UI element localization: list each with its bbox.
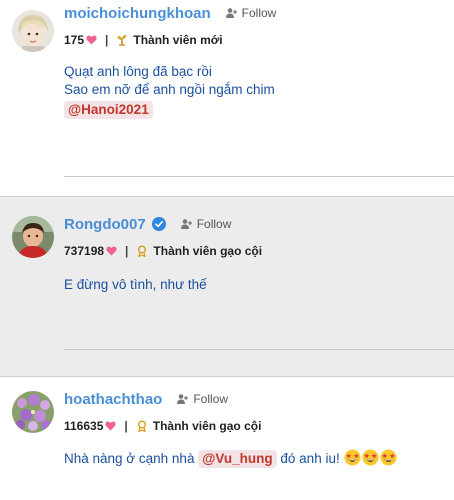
username[interactable]: Rongdo007 <box>64 216 146 233</box>
post-body: moichoichungkhoan Follow 175 | Thành viê… <box>64 3 448 119</box>
member-rank: Thành viên gạo cội <box>153 244 263 258</box>
member-rank: Thành viên gạo cội <box>152 419 262 433</box>
avatar-rongdo007[interactable] <box>12 216 54 258</box>
post-body: Rongdo007 Follow 737198 | Thành viên gạo… <box>64 214 448 294</box>
follow-label: Follow <box>193 392 229 406</box>
user-meta: 737198 | Thành viên gạo cội <box>64 244 448 258</box>
post-header: hoathachthao Follow <box>64 389 448 409</box>
separator: | <box>124 419 128 433</box>
username[interactable]: moichoichungkhoan <box>64 5 211 22</box>
add-user-icon <box>177 394 189 404</box>
star-struck-icon <box>362 449 380 466</box>
separator: | <box>125 244 129 258</box>
post-header: moichoichungkhoan Follow <box>64 3 448 23</box>
like-count: 737198 <box>64 244 105 258</box>
user-meta: 116635 | Thành viên gạo cội <box>64 419 448 433</box>
post-content: Nhà nàng ở cạnh nhà @Vu_hung đó anh iu! <box>64 449 448 468</box>
avatar-moichoichungkhoan[interactable] <box>12 10 54 52</box>
post-content: E đừng vô tình, như thế <box>64 277 207 292</box>
heart-icon <box>86 35 97 45</box>
like-count: 116635 <box>64 419 104 433</box>
member-rank: Thành viên mới <box>133 33 223 47</box>
separator: | <box>105 33 109 47</box>
post-moichoichungkhoan: moichoichungkhoan Follow 175 | Thành viê… <box>0 0 454 196</box>
post-divider <box>64 349 454 350</box>
heart-icon <box>106 246 117 256</box>
post-divider <box>64 176 454 177</box>
content-line: Quạt anh lông đã bạc rồi <box>64 64 212 79</box>
add-user-icon <box>180 219 192 229</box>
medal-icon <box>138 245 147 257</box>
sprout-icon <box>117 35 127 46</box>
user-meta: 175 | Thành viên mới <box>64 33 448 47</box>
post-header: Rongdo007 Follow <box>64 214 448 234</box>
heart-icon <box>105 421 117 431</box>
mention-link[interactable]: @Hanoi2021 <box>64 101 153 119</box>
content-text: đó anh iu! <box>280 451 340 466</box>
add-user-icon <box>225 8 237 18</box>
like-count: 175 <box>64 33 85 47</box>
follow-button[interactable]: Follow <box>225 6 277 20</box>
follow-label: Follow <box>196 217 232 231</box>
follow-button[interactable]: Follow <box>180 217 232 231</box>
content-text: Nhà nàng ở cạnh nhà <box>64 451 195 466</box>
star-struck-icon <box>344 449 362 466</box>
avatar-hoathachthao[interactable] <box>12 391 54 433</box>
post-hoathachthao: hoathachthao Follow 116635 | Thành viên … <box>0 377 454 500</box>
follow-button[interactable]: Follow <box>176 392 228 406</box>
post-rongdo007: Rongdo007 Follow 737198 | Thành viên gạo… <box>0 197 454 376</box>
mention-link[interactable]: @Vu_hung <box>198 450 277 468</box>
medal-icon <box>137 420 146 432</box>
post-body: hoathachthao Follow 116635 | Thành viên … <box>64 389 448 468</box>
star-struck-icon <box>380 449 398 466</box>
post-content: Quạt anh lông đã bạc rồi Sao em nỡ để an… <box>64 63 448 119</box>
content-line: Sao em nỡ để anh ngồi ngắm chim <box>64 82 275 97</box>
follow-label: Follow <box>241 6 277 20</box>
username[interactable]: hoathachthao <box>64 391 162 408</box>
verified-badge-icon <box>151 217 166 231</box>
